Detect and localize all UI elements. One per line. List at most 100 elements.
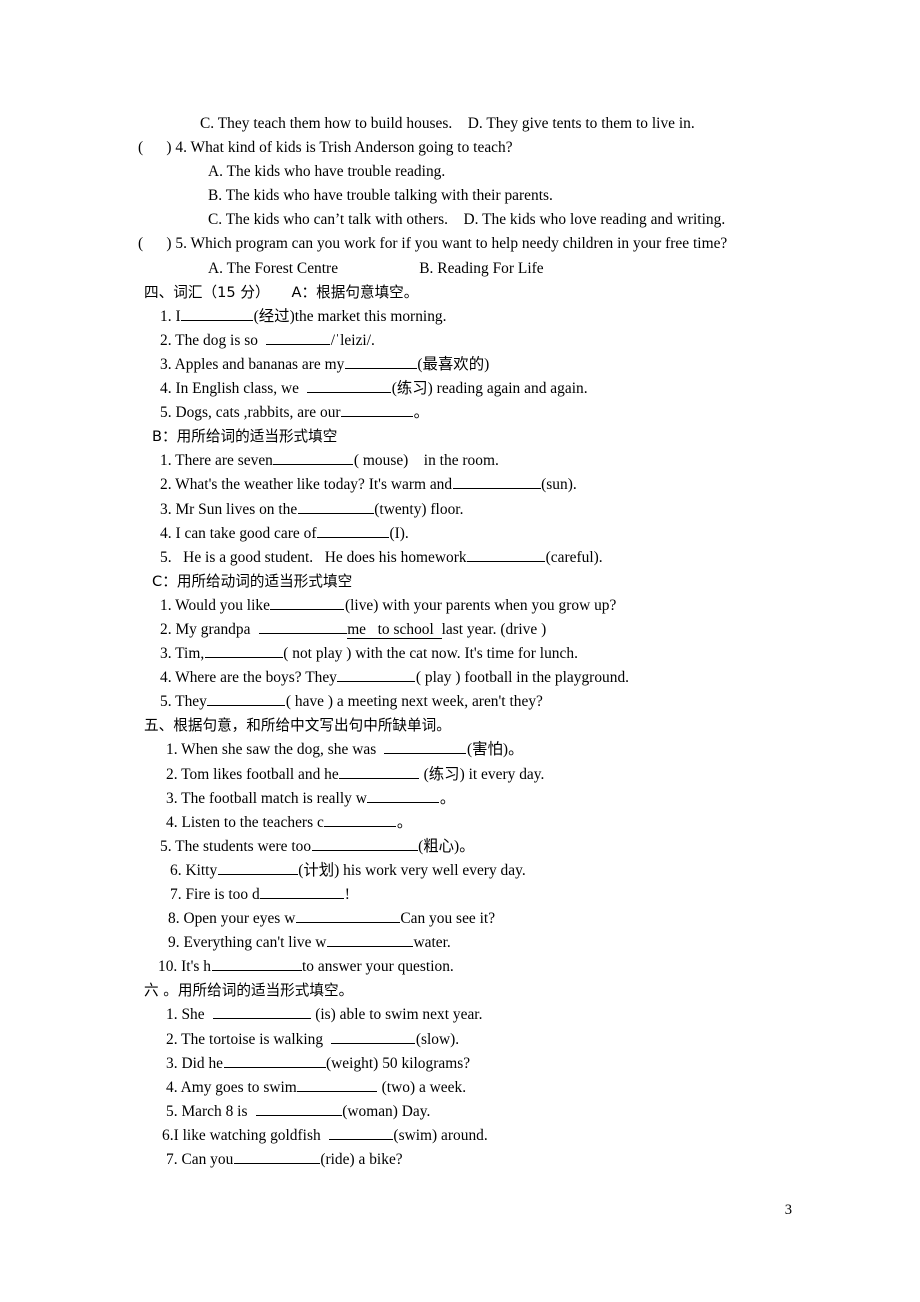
answer-blank[interactable] <box>341 402 414 418</box>
item-prompt-suffix: ! <box>344 886 350 903</box>
item-prompt-suffix: 。 <box>439 789 456 807</box>
exercise-item: 10. It's h to answer your question. <box>138 955 798 979</box>
answer-blank[interactable] <box>452 474 541 490</box>
answer-blank[interactable] <box>331 1028 416 1044</box>
page-body: C. They teach them how to build houses. … <box>138 112 798 1172</box>
answer-blank[interactable] <box>212 1004 311 1020</box>
item-prompt-prefix: 5. March 8 is <box>166 1102 256 1120</box>
answer-blank[interactable] <box>337 667 416 683</box>
answer-blank[interactable] <box>204 643 283 659</box>
answer-blank[interactable] <box>297 1077 378 1092</box>
item-prompt-prefix: 1. There are seven <box>160 452 273 470</box>
item-prompt-prefix: 9. Everything can't live w <box>168 934 327 952</box>
item-prompt-prefix: 1. When she saw the dog, she was <box>166 741 384 759</box>
answer-blank[interactable] <box>317 522 389 538</box>
exercise-item: 4. I can take good care of (I). <box>138 522 798 546</box>
answer-blank[interactable] <box>295 908 400 924</box>
section-four-part-b-list: 1. There are seven ( mouse) in the room. 2… <box>138 449 798 569</box>
section-five-list: 1. When she saw the dog, she was (害怕)。 2.… <box>138 738 798 979</box>
exercise-item: 2. The dog is so /ˈleizi/. <box>138 329 798 353</box>
item-prompt-suffix: (粗心)。 <box>418 837 475 855</box>
item-prompt-prefix: 5. Dogs, cats ,rabbits, are our <box>160 404 341 422</box>
exercise-item: 9. Everything can't live w water. <box>138 931 798 955</box>
item-prompt-suffix: (two) a week. <box>377 1078 467 1096</box>
exercise-item: 5. He is a good student. He does his hom… <box>138 546 798 570</box>
exercise-item: 6. Kitty (计划) his work very well every da… <box>138 859 798 883</box>
answer-blank[interactable] <box>367 787 440 803</box>
exercise-item: 7. Fire is too d! <box>138 883 798 907</box>
exercise-item: 7. Can you (ride) a bike? <box>138 1148 798 1172</box>
item-prompt-suffix: (woman) Day. <box>342 1102 431 1120</box>
item-prompt-suffix: (I). <box>389 524 409 542</box>
item-prompt-prefix: 4. Listen to the teachers c <box>166 813 324 831</box>
exercise-item: 2. The tortoise is walking (slow). <box>138 1028 798 1052</box>
answer-blank[interactable] <box>207 691 286 707</box>
item-prompt-prefix: 4. I can take good care of <box>160 524 317 542</box>
answer-blank[interactable] <box>467 547 546 562</box>
item-prompt-prefix: 3. Tim, <box>160 645 205 663</box>
answer-blank[interactable] <box>270 595 345 610</box>
item-prompt-prefix: 1. She <box>166 1006 213 1024</box>
item-prompt-suffix: (练习) it every day. <box>419 765 545 783</box>
answer-blank[interactable] <box>255 1101 342 1116</box>
section-four-part-b-heading: B：用所给词的适当形式填空 <box>152 428 338 446</box>
answer-blank[interactable] <box>297 498 374 514</box>
item-prompt-suffix: (swim) around. <box>393 1126 488 1144</box>
question-4-stem: ( ) 4. What kind of kids is Trish Anders… <box>138 139 513 157</box>
item-prompt-prefix: 8. Open your eyes w <box>168 910 296 928</box>
answer-blank[interactable] <box>344 354 417 369</box>
exercise-item: 1. When she saw the dog, she was (害怕)。 <box>138 738 798 762</box>
item-prompt-suffix: (经过)the market this morning. <box>253 307 447 325</box>
item-prompt-prefix: 2. The tortoise is walking <box>166 1030 331 1048</box>
question-3-options-cd: C. They teach them how to build houses. … <box>200 115 695 132</box>
item-prompt-suffix: (最喜欢的) <box>417 355 490 373</box>
answer-blank[interactable] <box>181 306 254 321</box>
item-prompt-prefix: 3. The football match is really w <box>166 789 367 807</box>
item-prompt-suffix: (twenty) floor. <box>374 500 464 518</box>
answer-blank[interactable] <box>384 739 467 755</box>
section-six-list: 1. She (is) able to swim next year. 2. Th… <box>138 1003 798 1172</box>
exercise-item: 1. I (经过)the market this morning. <box>138 305 798 329</box>
item-prompt-prefix: 3. Apples and bananas are my <box>160 355 345 373</box>
item-prompt-suffix: (计划) his work very well every day. <box>298 861 526 879</box>
answer-blank[interactable] <box>217 860 298 875</box>
item-underlined-text: me to school <box>347 620 442 639</box>
answer-blank[interactable] <box>233 1149 320 1165</box>
item-prompt-prefix: 5. He is a good student. He does his hom… <box>160 548 467 566</box>
answer-blank[interactable] <box>211 956 302 972</box>
exercise-item: 3. Tim, ( not play ) with the cat now. It… <box>138 642 798 666</box>
item-prompt-suffix: (slow). <box>415 1030 460 1048</box>
exercise-item: 1. Would you like (live) with your parent… <box>138 594 798 618</box>
item-prompt-prefix: 1. Would you like <box>160 596 270 614</box>
answer-blank[interactable] <box>266 330 331 345</box>
exercise-item: 3. The football match is really w 。 <box>138 787 798 811</box>
answer-blank[interactable] <box>311 836 418 851</box>
item-prompt-suffix: water. <box>413 934 451 952</box>
answer-blank[interactable] <box>260 884 345 899</box>
item-prompt-prefix: 2. The dog is so <box>160 331 266 349</box>
question-4-option-b: B. The kids who have trouble talking wit… <box>208 187 553 205</box>
item-prompt-prefix: 4. In English class, we <box>160 380 307 398</box>
answer-blank[interactable] <box>324 812 397 827</box>
answer-blank[interactable] <box>273 450 354 466</box>
item-prompt-suffix: 。 <box>396 813 413 831</box>
exam-page: C. They teach them how to build houses. … <box>0 0 920 1302</box>
page-number: 3 <box>784 1202 792 1218</box>
exercise-item: 2. My grandpa me to school last year. (d… <box>138 618 798 642</box>
question-5-options-ab: A. The Forest Centre B. Reading For Life <box>208 259 544 277</box>
answer-blank[interactable] <box>258 619 347 634</box>
exercise-item: 6.I like watching goldfish (swim) around… <box>138 1124 798 1148</box>
answer-blank[interactable] <box>307 378 392 394</box>
answer-blank[interactable] <box>223 1053 326 1068</box>
item-prompt-suffix: ( not play ) with the cat now. It's time… <box>283 645 578 663</box>
item-prompt-prefix: 2. My grandpa <box>160 620 259 638</box>
answer-blank[interactable] <box>339 763 420 779</box>
exercise-item: 2. What's the weather like today? It's w… <box>138 473 798 497</box>
exercise-item: 1. She (is) able to swim next year. <box>138 1003 798 1027</box>
section-four-heading: 四、词汇（15 分） A：根据句意填空。 <box>144 283 419 301</box>
item-prompt-prefix: 4. Where are the boys? They <box>160 669 337 687</box>
item-prompt-suffix: ( mouse) in the room. <box>353 452 499 470</box>
item-prompt-suffix: 。 <box>413 404 429 422</box>
answer-blank[interactable] <box>328 1125 393 1140</box>
answer-blank[interactable] <box>326 932 413 948</box>
